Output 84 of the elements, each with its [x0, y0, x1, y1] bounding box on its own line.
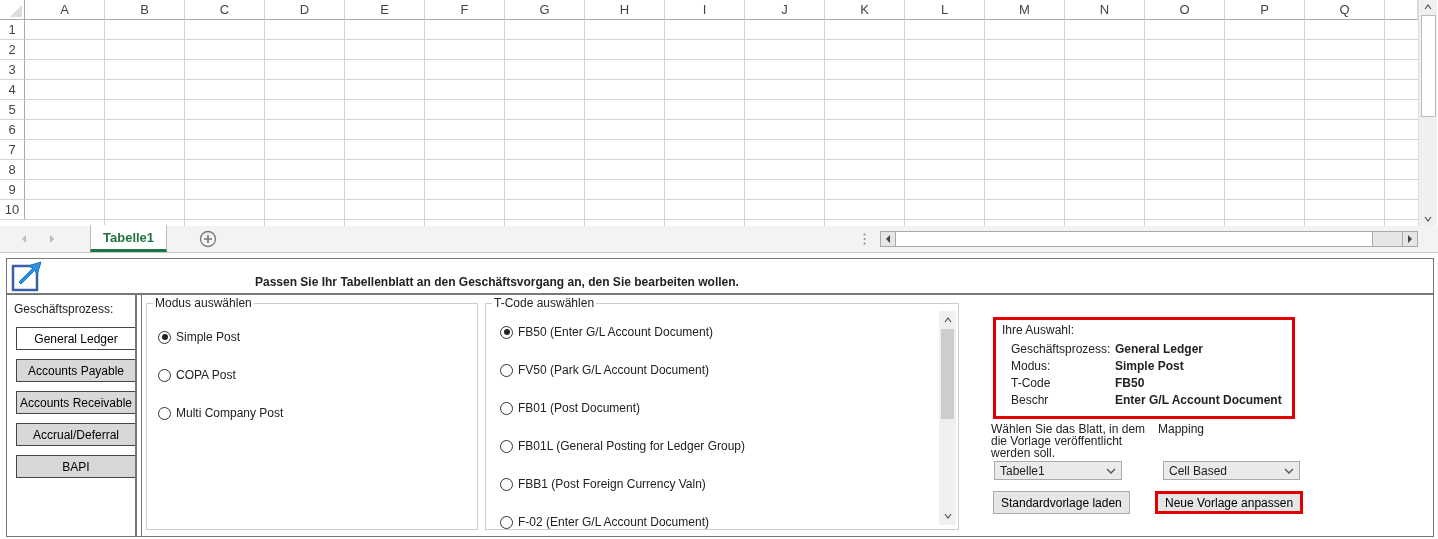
arrow-logo-icon — [11, 260, 43, 292]
group-legend: T-Code auswählen — [492, 296, 597, 310]
summary-label: T-Code — [1011, 376, 1052, 390]
chevron-down-icon — [1284, 466, 1294, 475]
row-header[interactable]: 6 — [0, 120, 25, 140]
process-button[interactable]: Accrual/Deferral — [16, 423, 135, 446]
add-sheet-icon[interactable] — [199, 230, 218, 248]
load-template-button[interactable]: Standardvorlage laden — [993, 491, 1130, 514]
column-header[interactable]: K — [825, 0, 905, 20]
drag-handle-icon[interactable] — [863, 233, 866, 245]
mapping-dropdown[interactable]: Cell Based — [1163, 461, 1300, 480]
summary-heading: Ihre Auswahl: — [1002, 323, 1076, 337]
summary-value: Simple Post — [1115, 359, 1185, 373]
summary-label: Modus: — [1011, 359, 1052, 373]
column-header[interactable]: A — [25, 0, 105, 20]
scroll-down-icon[interactable] — [1423, 214, 1433, 224]
mode-radio[interactable]: Simple Post — [158, 330, 241, 344]
new-template-button[interactable]: Neue Vorlage anpassen — [1155, 491, 1304, 514]
sheet-prompt: Wählen Sie das Blatt, in dem die Vorlage veröffentlicht werden soll. — [991, 423, 1147, 461]
column-header[interactable]: Q — [1305, 0, 1385, 20]
radio-circle[interactable] — [500, 515, 513, 529]
radio-circle[interactable] — [158, 330, 171, 344]
scroll-thumb[interactable] — [895, 232, 1373, 246]
tcode-radio[interactable]: F-02 (Enter G/L Account Document) — [500, 515, 709, 529]
tcode-radio[interactable]: FV50 (Park G/L Account Document) — [500, 363, 709, 377]
mode-radio[interactable]: Multi Company Post — [158, 406, 284, 420]
sheet-dropdown[interactable]: Tabelle1 — [994, 461, 1122, 480]
row-header[interactable]: 7 — [0, 140, 25, 160]
mapping-label: Mapping — [1158, 423, 1206, 438]
process-button[interactable]: BAPI — [16, 455, 135, 478]
column-header[interactable]: O — [1145, 0, 1225, 20]
radio-circle[interactable] — [158, 406, 171, 420]
scroll-up-icon[interactable] — [1423, 2, 1433, 12]
summary-label: Geschäftsprozess: — [1011, 342, 1111, 356]
column-header[interactable]: H — [585, 0, 665, 20]
radio-circle[interactable] — [158, 368, 171, 382]
summary-value: General Ledger — [1115, 342, 1205, 356]
row-header[interactable]: 2 — [0, 40, 25, 60]
mode-radio[interactable]: COPA Post — [158, 368, 236, 382]
pane-title: Passen Sie Ihr Tabellenblatt an den Geschäftsvorgang an, den Sie bearbeiten wollen. — [255, 275, 739, 289]
radio-circle[interactable] — [500, 477, 513, 491]
tcode-radio[interactable]: FB50 (Enter G/L Account Document) — [500, 325, 713, 339]
summary-value: Enter G/L Account Document — [1115, 393, 1283, 407]
chevron-down-icon — [1106, 466, 1116, 475]
row-header[interactable]: 10 — [0, 200, 25, 220]
column-header[interactable]: M — [985, 0, 1065, 20]
process-button[interactable]: Accounts Receivable — [16, 391, 135, 414]
radio-circle[interactable] — [500, 363, 513, 377]
column-header[interactable]: J — [745, 0, 825, 20]
row-header[interactable]: 1 — [0, 20, 25, 40]
column-header[interactable]: E — [345, 0, 425, 20]
summary-label: Beschr — [1011, 393, 1050, 407]
row-header[interactable]: 4 — [0, 80, 25, 100]
process-button[interactable]: Accounts Payable — [16, 359, 135, 382]
scroll-down-icon[interactable] — [942, 511, 953, 521]
vertical-scrollbar[interactable] — [1418, 0, 1437, 226]
process-label: Geschäftsprozess: — [14, 302, 114, 316]
horizontal-scrollbar[interactable] — [880, 231, 1418, 247]
list-scrollbar[interactable] — [939, 311, 956, 525]
group-legend: Modus auswählen — [153, 296, 254, 310]
tcode-radio[interactable]: FBB1 (Post Foreign Currency Valn) — [500, 477, 706, 491]
radio-circle[interactable] — [500, 325, 513, 339]
column-header[interactable]: B — [105, 0, 185, 20]
row-header[interactable]: 5 — [0, 100, 25, 120]
summary-value: FB50 — [1115, 376, 1146, 390]
row-header[interactable]: 3 — [0, 60, 25, 80]
column-header[interactable]: F — [425, 0, 505, 20]
radio-circle[interactable] — [500, 439, 513, 453]
column-header[interactable]: G — [505, 0, 585, 20]
column-header[interactable]: L — [905, 0, 985, 20]
scroll-up-icon[interactable] — [942, 315, 953, 325]
cell-grid[interactable] — [25, 20, 1418, 226]
column-header[interactable]: P — [1225, 0, 1305, 20]
column-header[interactable]: D — [265, 0, 345, 20]
row-header[interactable]: 9 — [0, 180, 25, 200]
tcode-radio[interactable]: FB01L (General Posting for Ledger Group) — [500, 439, 745, 453]
sheet-tab[interactable]: Tabelle1 — [90, 225, 168, 252]
process-button[interactable]: General Ledger — [16, 327, 135, 350]
tcode-radio[interactable]: FB01 (Post Document) — [500, 401, 641, 415]
column-header[interactable]: C — [185, 0, 265, 20]
row-header[interactable]: 8 — [0, 160, 25, 180]
column-header[interactable]: I — [665, 0, 745, 20]
radio-circle[interactable] — [500, 401, 513, 415]
column-header[interactable]: N — [1065, 0, 1145, 20]
